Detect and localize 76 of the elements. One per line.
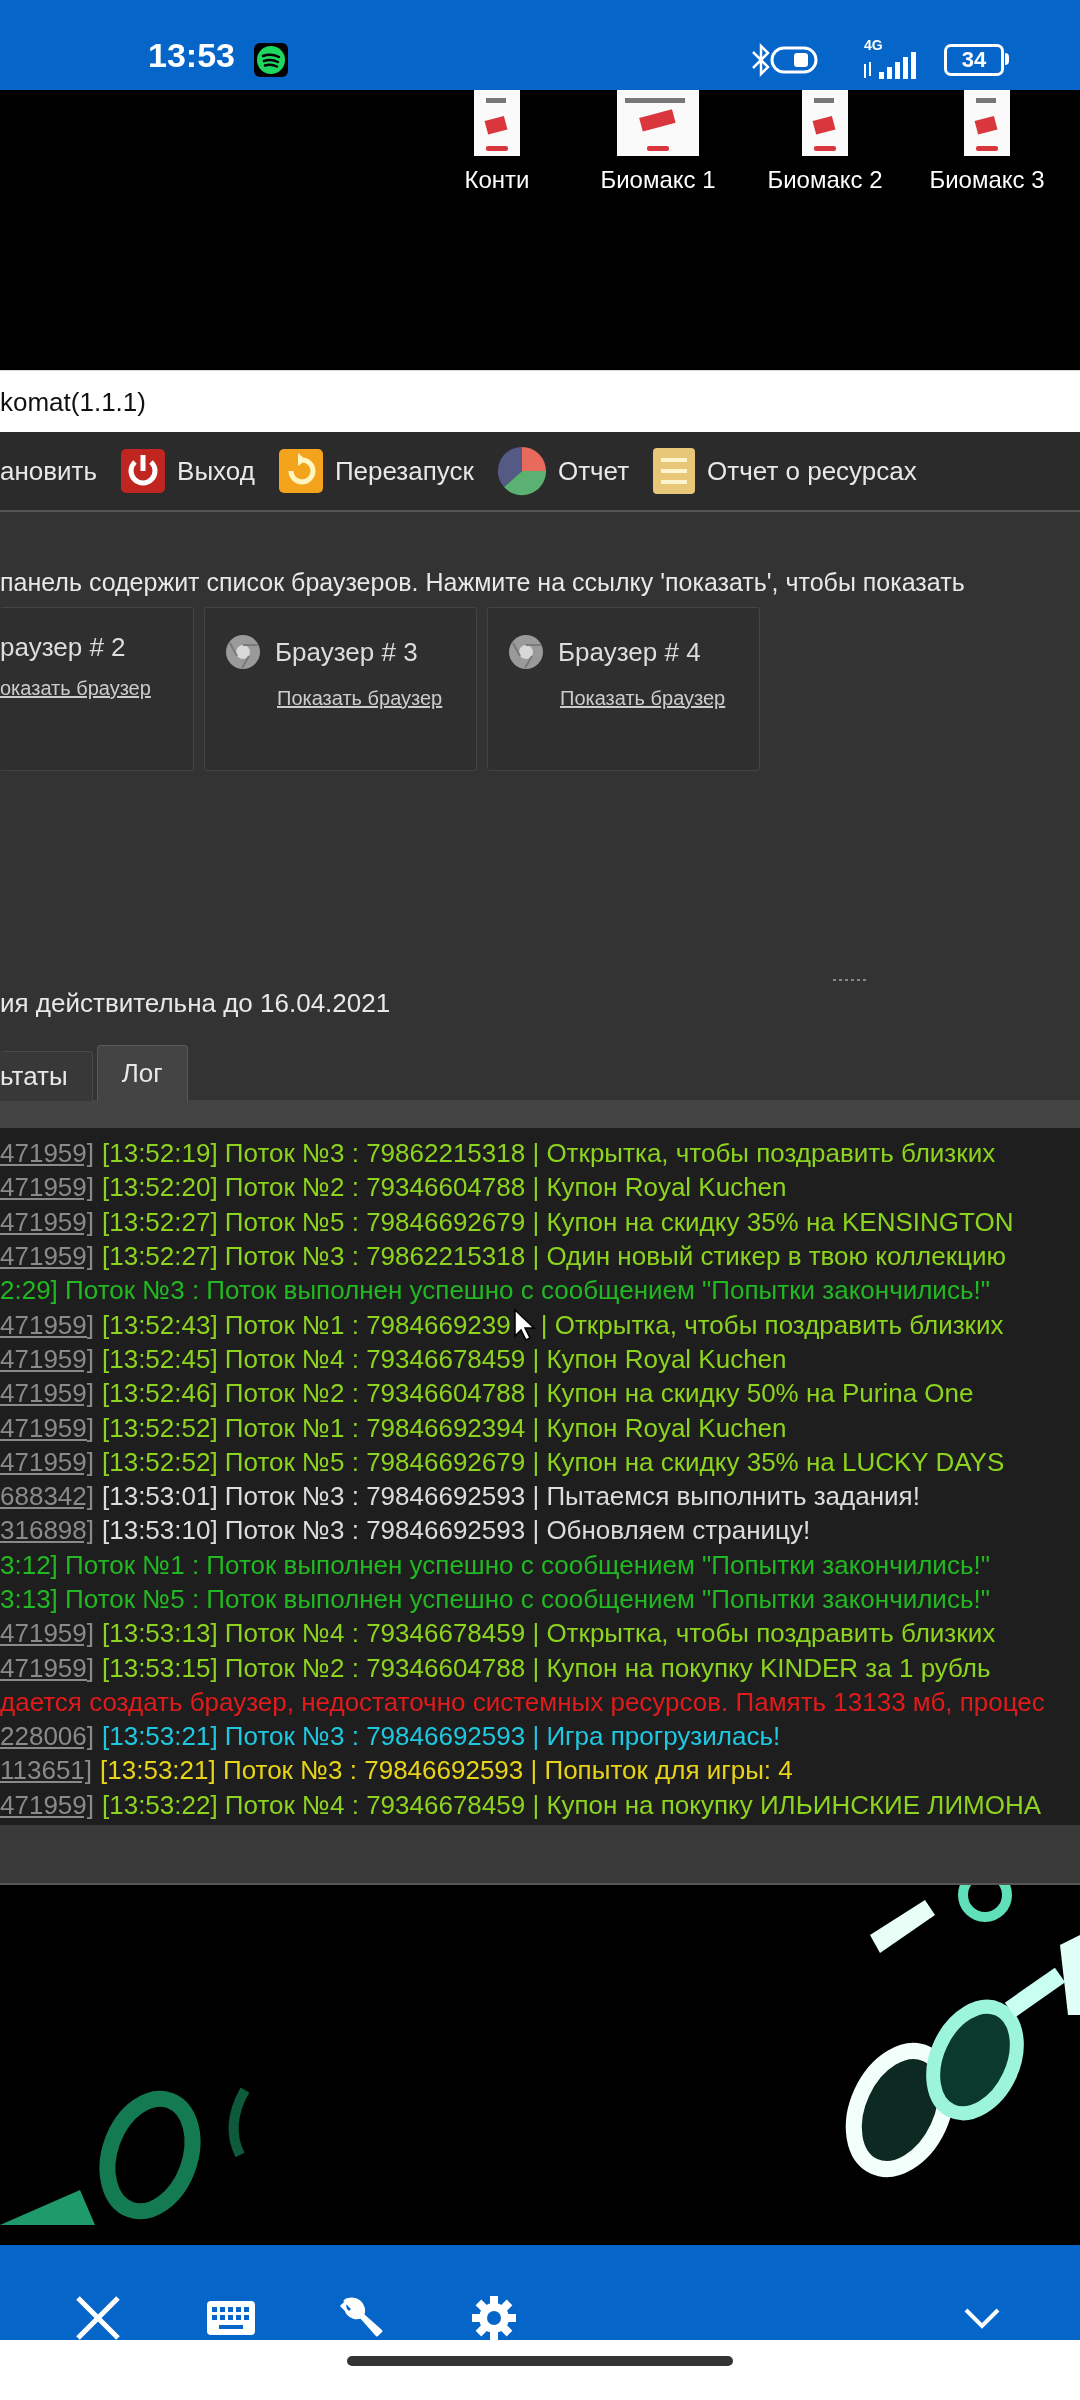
log-link[interactable]: 113651] xyxy=(0,1757,93,1784)
log-line: [13:53:21] Поток №3 : 79846692593 | Игра прогрузилась! xyxy=(102,1723,781,1750)
desktop-icon-label[interactable]: Биомакс 1 xyxy=(600,168,716,192)
log-line: 2:29] Поток №3 : Поток выполнен успешно с сообщением "Попытки закончились!" xyxy=(0,1277,990,1304)
restart-icon xyxy=(276,447,325,495)
panel-description: панель содержит список браузеров. Нажмите на ссылку 'показать', чтобы показать xyxy=(0,570,966,595)
browser-title: Браузер # 3 xyxy=(275,639,418,665)
log-line: [13:53:21] Поток №3 : 79846692593 | Попыток для игры: 4 xyxy=(100,1757,793,1784)
document-thumbnail-icon[interactable] xyxy=(617,90,699,156)
toolbar-button[interactable]: ановить xyxy=(0,441,98,501)
toolbar-button[interactable]: Перезапуск xyxy=(276,441,474,501)
power-icon xyxy=(119,447,168,495)
log-line: [13:52:19] Поток №3 : 79862215318 | Открытка, чтобы поздравить близких xyxy=(102,1140,996,1167)
show-browser-link[interactable]: Показать браузер xyxy=(560,688,759,708)
log-line: 3:12] Поток №1 : Поток выполнен успешно с сообщением "Попытки закончились!" xyxy=(0,1551,990,1578)
toolbar-button[interactable]: Выход xyxy=(119,441,255,501)
log-line: [13:52:52] Поток №1 : 79846692394 | Купон Royal Kuchen xyxy=(102,1414,787,1441)
tab[interactable]: Лог xyxy=(96,1045,188,1101)
log-link[interactable]: 471959] xyxy=(0,1311,94,1338)
log-line: [13:52:27] Поток №5 : 79846692679 | Купон на скидку 35% на KENSINGTON xyxy=(102,1208,1014,1235)
browser-title: Браузер # 4 xyxy=(558,639,701,665)
log-line: | Открытка, чтобы поздравить близких xyxy=(540,1311,1004,1338)
cursor-icon xyxy=(512,1307,537,1342)
log-line: [13:53:13] Поток №4 : 79346678459 | Открытка, чтобы поздравить близких xyxy=(102,1620,996,1647)
clock-time: 13:53 xyxy=(148,38,235,72)
log-link[interactable]: 471959] xyxy=(0,1140,94,1167)
log-link[interactable]: 471959] xyxy=(0,1174,94,1201)
log-link[interactable]: 228006] xyxy=(0,1723,94,1750)
music-app-icon xyxy=(254,43,288,77)
browser-title: раузер # 2 xyxy=(0,634,126,660)
log-link[interactable]: 316898] xyxy=(0,1517,94,1544)
log-line: [13:52:52] Поток №5 : 79846692679 | Купон на скидку 35% на LUCKY DAYS xyxy=(102,1448,1005,1475)
window-title: komat(1.1.1) xyxy=(0,388,146,415)
desktop-icon-label[interactable]: Биомакс 2 xyxy=(767,168,883,192)
splitter-handle[interactable] xyxy=(832,978,868,982)
document-thumbnail-icon[interactable] xyxy=(474,90,520,156)
log-link[interactable]: 688342] xyxy=(0,1483,94,1510)
log-line: [13:53:15] Поток №2 : 79346604788 | Купон на покупку KINDER за 1 рубль xyxy=(102,1654,991,1681)
log-link[interactable]: 471959] xyxy=(0,1791,94,1818)
toolbar-button[interactable]: Отчет xyxy=(495,441,630,501)
keyboard-icon xyxy=(207,2301,255,2335)
log-line: дается создать браузер, недостаточно системных ресурсов. Память 13133 мб, процес xyxy=(0,1688,1045,1715)
log-link[interactable]: 471959] xyxy=(0,1345,94,1372)
chevron-down-icon xyxy=(962,2306,1002,2330)
tab[interactable]: ьтаты xyxy=(0,1051,93,1101)
browser-icon xyxy=(508,634,544,670)
log-line: [13:53:10] Поток №3 : 79846692593 | Обновляем страницу! xyxy=(102,1517,811,1544)
log-link[interactable]: 471959] xyxy=(0,1448,94,1475)
battery-indicator: 34 xyxy=(944,44,1004,76)
log-line: [13:52:43] Поток №1 : 7984669239 xyxy=(102,1311,511,1338)
network-type: 4G xyxy=(864,38,883,52)
toggle-icon xyxy=(770,46,818,74)
log-line: [13:52:27] Поток №3 : 79862215318 | Один новый стикер в твою коллекцию xyxy=(102,1243,1006,1270)
desktop-icon-label[interactable]: Конти xyxy=(464,168,530,192)
log-link[interactable]: 471959] xyxy=(0,1654,94,1681)
log-link[interactable]: 471959] xyxy=(0,1380,94,1407)
log-line: [13:53:22] Поток №4 : 79346678459 | Купон на покупку ИЛЬИНСКИЕ ЛИМОНА xyxy=(102,1791,1042,1818)
log-link[interactable]: 471959] xyxy=(0,1208,94,1235)
browser-icon xyxy=(225,634,261,670)
document-thumbnail-icon[interactable] xyxy=(802,90,848,156)
log-link[interactable]: 471959] xyxy=(0,1620,94,1647)
log-line: 3:13] Поток №5 : Поток выполнен успешно с сообщением "Попытки закончились!" xyxy=(0,1586,990,1612)
log-link[interactable]: 471959] xyxy=(0,1243,94,1270)
log-link[interactable]: 471959] xyxy=(0,1414,94,1441)
log-line: [13:53:01] Поток №3 : 79846692593 | Пытаемся выполнить задания! xyxy=(102,1483,920,1510)
pie-chart-icon xyxy=(495,445,548,497)
desktop-icon-label[interactable]: Биомакс 3 xyxy=(929,168,1045,192)
license-text: ия действительна до 16.04.2021 xyxy=(0,990,391,1016)
log-line: [13:52:46] Поток №2 : 79346604788 | Купон на скидку 50% на Purina One xyxy=(102,1380,974,1407)
show-browser-link[interactable]: Показать браузер xyxy=(277,688,476,708)
show-browser-link[interactable]: оказать браузер xyxy=(0,678,193,698)
document-icon xyxy=(651,446,698,496)
log-line: [13:52:20] Поток №2 : 79346604788 | Купон Royal Kuchen xyxy=(102,1174,787,1201)
document-thumbnail-icon[interactable] xyxy=(964,90,1010,156)
log-line: [13:52:45] Поток №4 : 79346678459 | Купон Royal Kuchen xyxy=(102,1345,787,1372)
toolbar-button[interactable]: Отчет о ресурсах xyxy=(651,441,917,501)
